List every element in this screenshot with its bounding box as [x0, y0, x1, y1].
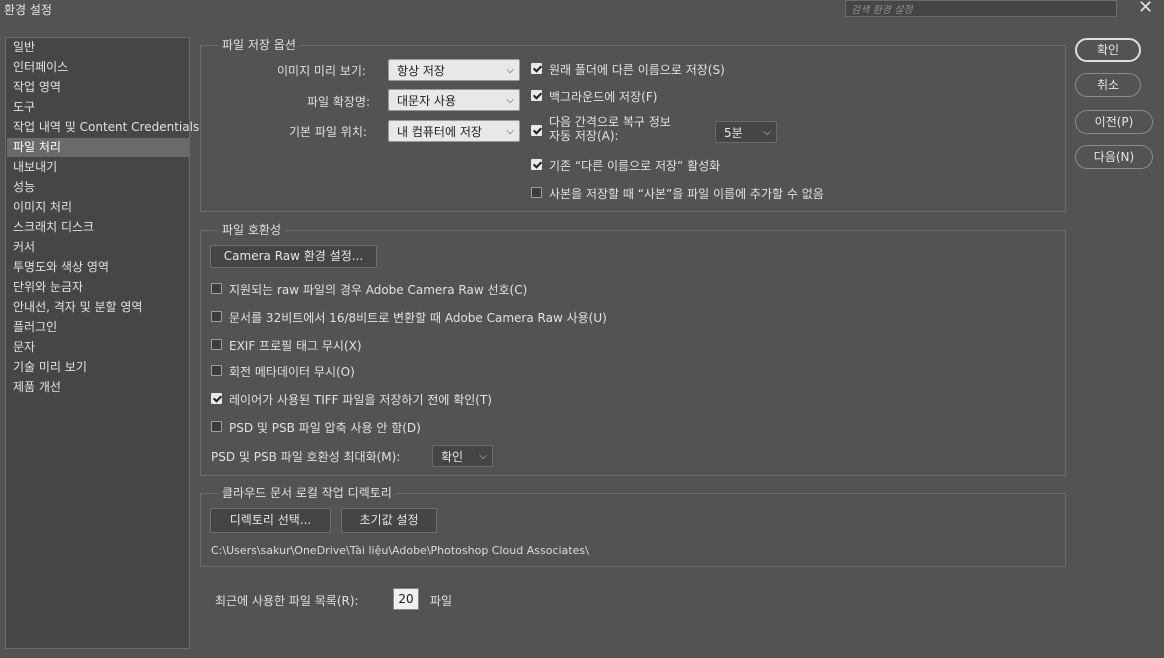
- select-directory-button[interactable]: 디렉토리 선택...: [210, 508, 331, 533]
- default-location-value: 내 컴퓨터에 저장: [397, 125, 482, 139]
- file-save-legend: 파일 저장 옵션: [218, 36, 300, 53]
- auto-save-checkbox[interactable]: [531, 125, 542, 136]
- acr-convert-checkbox[interactable]: [211, 311, 222, 322]
- default-location-select[interactable]: 내 컴퓨터에 저장 ⌵: [388, 120, 520, 142]
- sidebar-item-tech-preview[interactable]: 기술 미리 보기: [7, 358, 190, 377]
- save-as-original-checkbox[interactable]: [531, 63, 542, 74]
- sidebar-item-export[interactable]: 내보내기: [7, 158, 190, 177]
- default-location-label: 기본 파일 위치:: [289, 125, 367, 139]
- cloud-legend: 클라우드 문서 로컬 작업 디렉토리: [218, 484, 396, 501]
- sidebar: 일반 인터페이스 작업 영역 도구 작업 내역 및 Content Creden…: [5, 37, 199, 649]
- sidebar-item-workspace[interactable]: 작업 영역: [7, 78, 190, 97]
- camera-raw-prefs-button[interactable]: Camera Raw 환경 설정...: [210, 245, 377, 268]
- cloud-directory-path: C:\Users\sakur\OneDrive\Tài liệu\Adobe\P…: [211, 544, 589, 557]
- search-placeholder: 검색 환경 설정: [851, 5, 913, 16]
- sidebar-item-guides[interactable]: 안내선, 격자 및 분할 영역: [7, 298, 190, 317]
- sidebar-item-cursors[interactable]: 커서: [7, 238, 190, 257]
- sidebar-item-interface[interactable]: 인터페이스: [7, 58, 190, 77]
- ignore-exif-checkbox[interactable]: [211, 339, 222, 350]
- disable-compression-label: PSD 및 PSB 파일 압축 사용 안 함(D): [229, 421, 421, 435]
- sidebar-item-units[interactable]: 단위와 눈금자: [7, 278, 190, 297]
- ignore-exif-label: EXIF 프로필 태그 무시(X): [229, 339, 362, 353]
- image-preview-value: 항상 저장: [397, 64, 445, 78]
- compat-legend: 파일 호환성: [218, 221, 286, 238]
- ignore-rotation-checkbox[interactable]: [211, 365, 222, 376]
- recent-files-input[interactable]: 20: [393, 588, 419, 610]
- file-extension-label: 파일 확장명:: [307, 95, 371, 109]
- maximize-compat-label: PSD 및 PSB 파일 호환성 최대화(M):: [211, 450, 401, 464]
- sidebar-item-image-processing[interactable]: 이미지 처리: [7, 198, 190, 217]
- sidebar-item-file-handling[interactable]: 파일 처리: [7, 138, 190, 157]
- maximize-compat-select[interactable]: 확인 ⌵: [432, 445, 493, 467]
- chevron-down-icon: ⌵: [763, 127, 771, 138]
- acr-convert-label: 문서를 32비트에서 16/8비트로 변환할 때 Adobe Camera Ra…: [229, 311, 607, 325]
- window-title: 환경 설정: [4, 3, 52, 17]
- chevron-down-icon: ⌵: [506, 126, 514, 137]
- prefer-acr-label: 지원되는 raw 파일의 경우 Adobe Camera Raw 선호(C): [229, 283, 528, 297]
- tiff-layers-label: 레이어가 사용된 TIFF 파일을 저장하기 전에 확인(T): [229, 393, 492, 407]
- prev-button[interactable]: 이전(P): [1075, 110, 1153, 134]
- sidebar-item-performance[interactable]: 성능: [7, 178, 190, 197]
- tiff-layers-checkbox[interactable]: [211, 393, 222, 404]
- chevron-down-icon: ⌵: [479, 451, 487, 462]
- auto-save-label-line1: 다음 간격으로 복구 정보: [549, 115, 671, 129]
- close-icon[interactable]: ✕: [1138, 0, 1153, 18]
- legacy-save-as-label: 기존 “다른 이름으로 저장” 활성화: [549, 159, 721, 173]
- next-button[interactable]: 다음(N): [1075, 145, 1153, 169]
- legacy-save-as-checkbox[interactable]: [531, 159, 542, 170]
- sidebar-item-transparency[interactable]: 투명도와 색상 영역: [7, 258, 190, 277]
- sidebar-item-scratch-disks[interactable]: 스크래치 디스크: [7, 218, 190, 237]
- auto-save-interval-select[interactable]: 5분 ⌵: [715, 121, 777, 143]
- sidebar-item-plugins[interactable]: 플러그인: [7, 318, 190, 337]
- recent-files-label: 최근에 사용한 파일 목록(R):: [215, 594, 359, 608]
- ignore-rotation-label: 회전 메타데이터 무시(O): [229, 365, 355, 379]
- file-extension-value: 대문자 사용: [397, 94, 457, 108]
- file-extension-select[interactable]: 대문자 사용 ⌵: [388, 89, 520, 111]
- no-copy-suffix-label: 사본을 저장할 때 “사본”을 파일 이름에 추가할 수 없음: [549, 187, 824, 201]
- auto-save-label: 다음 간격으로 복구 정보 자동 저장(A):: [549, 115, 671, 143]
- chevron-down-icon: ⌵: [506, 65, 514, 76]
- sidebar-item-tools[interactable]: 도구: [7, 98, 190, 117]
- background-save-label: 백그라운드에 저장(F): [549, 90, 658, 104]
- reset-directory-button[interactable]: 초기값 설정: [341, 508, 437, 533]
- auto-save-label-line2: 자동 저장(A):: [549, 129, 619, 143]
- image-preview-select[interactable]: 항상 저장 ⌵: [388, 59, 520, 81]
- sidebar-item-history[interactable]: 작업 내역 및 Content Credentials: [7, 118, 199, 137]
- sidebar-item-product-improvement[interactable]: 제품 개선: [7, 378, 190, 397]
- prefer-acr-checkbox[interactable]: [211, 283, 222, 294]
- no-copy-suffix-checkbox[interactable]: [531, 187, 542, 198]
- background-save-checkbox[interactable]: [531, 90, 542, 101]
- sidebar-item-general[interactable]: 일반: [7, 38, 190, 57]
- cancel-button[interactable]: 취소: [1075, 73, 1141, 97]
- recent-files-unit: 파일: [430, 594, 453, 608]
- ok-button[interactable]: 확인: [1075, 38, 1141, 62]
- maximize-compat-value: 확인: [441, 450, 464, 464]
- disable-compression-checkbox[interactable]: [211, 421, 222, 432]
- auto-save-interval-value: 5분: [724, 126, 743, 140]
- image-preview-label: 이미지 미리 보기:: [277, 64, 366, 78]
- chevron-down-icon: ⌵: [506, 95, 514, 106]
- sidebar-item-type[interactable]: 문자: [7, 338, 190, 357]
- save-as-original-label: 원래 폴더에 다른 이름으로 저장(S): [549, 63, 725, 77]
